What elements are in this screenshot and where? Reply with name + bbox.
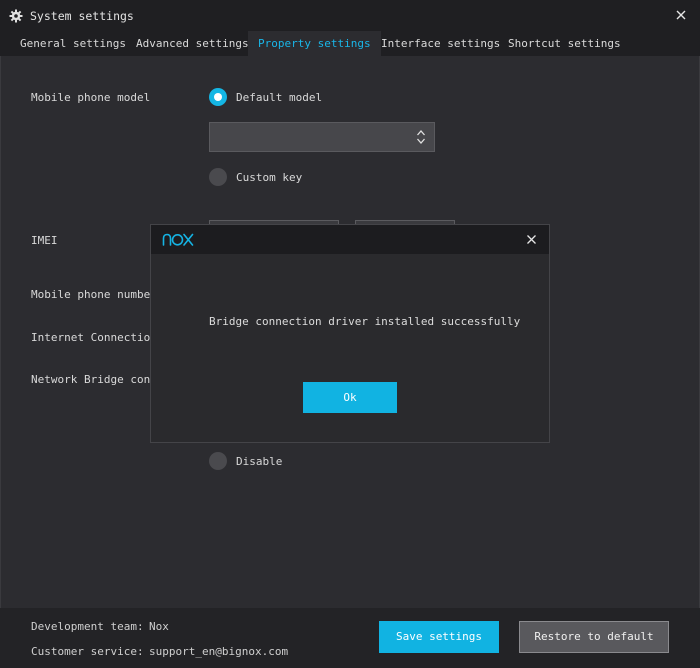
disable-label: Disable [236,455,283,468]
customer-service-email[interactable]: support_en@bignox.com [149,645,288,658]
dev-team-value: Nox [149,620,169,633]
nox-logo [162,233,194,246]
close-icon[interactable] [675,9,687,21]
phone-number-label: Mobile phone number [31,288,157,301]
ok-button[interactable]: Ok [303,382,397,413]
gear-icon [9,9,23,23]
tab-bar: General settings Advanced settings Prope… [0,31,700,56]
dialog-close-icon[interactable] [526,234,537,245]
window-title: System settings [30,9,134,23]
disable-radio[interactable] [209,452,227,470]
internet-connection-label: Internet Connection [31,331,157,344]
success-dialog: Bridge connection driver installed succe… [150,224,550,443]
tab-advanced-settings[interactable]: Advanced settings [126,31,259,56]
dialog-header [151,225,549,254]
customer-service-label: Customer service: [31,645,144,658]
tab-general-settings[interactable]: General settings [10,31,136,56]
title-bar: System settings [0,0,700,31]
model-select[interactable] [209,122,435,152]
restore-default-button[interactable]: Restore to default [519,621,669,653]
dialog-message: Bridge connection driver installed succe… [209,315,521,328]
tab-interface-settings[interactable]: Interface settings [371,31,510,56]
default-model-radio[interactable] [209,88,227,106]
dev-team-label: Development team: [31,620,144,633]
save-settings-button[interactable]: Save settings [379,621,499,653]
tab-property-settings[interactable]: Property settings [248,31,381,56]
default-model-label: Default model [236,91,323,104]
custom-key-label: Custom key [236,171,303,184]
tab-shortcut-settings[interactable]: Shortcut settings [498,31,631,56]
stepper-arrows-icon [417,130,425,144]
imei-label: IMEI [31,234,58,247]
network-bridge-label: Network Bridge conne [31,373,164,386]
custom-key-radio[interactable] [209,168,227,186]
mobile-model-label: Mobile phone model [31,91,151,104]
